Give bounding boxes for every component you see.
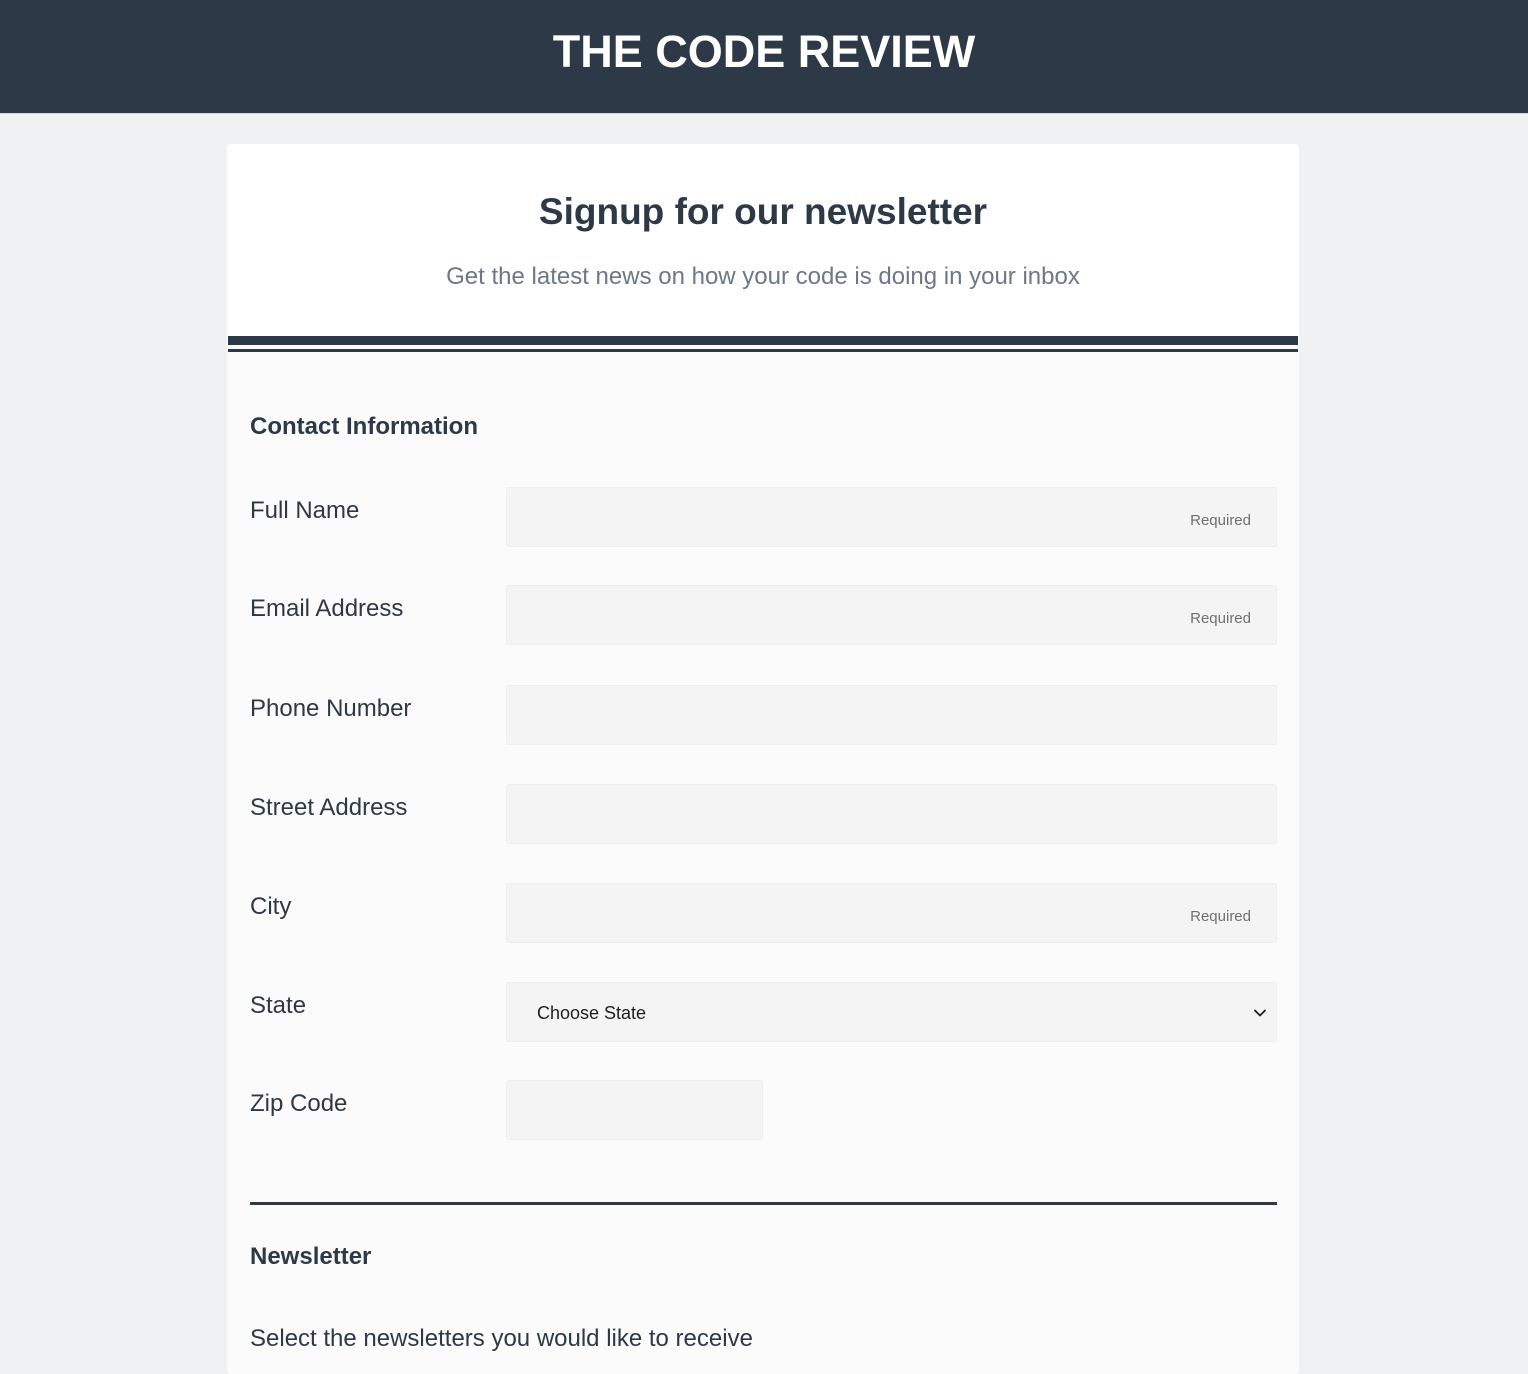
site-header: THE CODE REVIEW	[0, 0, 1528, 114]
email-label: Email Address	[250, 595, 404, 622]
chevron-down-icon	[1254, 1009, 1266, 1017]
signup-form-card: Signup for our newsletter Get the latest…	[227, 144, 1299, 1374]
state-label: State	[250, 992, 307, 1019]
email-required-hint: Required	[1190, 610, 1251, 627]
city-input[interactable]	[507, 884, 1276, 942]
full-name-input[interactable]	[507, 488, 1276, 546]
newsletter-helper-text: Select the newsletters you would like to…	[250, 1325, 753, 1352]
full-name-field[interactable]: Required	[506, 487, 1277, 547]
zip-code-label: Zip Code	[250, 1090, 348, 1117]
newsletter-section-heading: Newsletter	[250, 1243, 372, 1270]
city-required-hint: Required	[1190, 908, 1251, 925]
form-title: Signup for our newsletter	[538, 191, 988, 232]
phone-field[interactable]	[506, 685, 1277, 745]
street-address-input[interactable]	[507, 785, 1276, 843]
section-divider	[250, 1202, 1277, 1205]
state-select[interactable]: Choose State	[506, 982, 1277, 1042]
site-title: THE CODE REVIEW	[552, 26, 976, 77]
header-divider-thick	[228, 336, 1298, 345]
street-address-label: Street Address	[250, 794, 408, 821]
zip-code-input[interactable]	[507, 1081, 762, 1139]
city-field[interactable]: Required	[506, 883, 1277, 943]
phone-label: Phone Number	[250, 695, 412, 722]
header-divider-thin	[228, 349, 1298, 352]
email-field[interactable]: Required	[506, 585, 1277, 645]
street-address-field[interactable]	[506, 784, 1277, 844]
full-name-required-hint: Required	[1190, 512, 1251, 529]
form-header: Signup for our newsletter Get the latest…	[227, 144, 1299, 336]
form-subtitle: Get the latest news on how your code is …	[446, 263, 1080, 290]
city-label: City	[250, 893, 292, 920]
zip-code-field[interactable]	[506, 1080, 763, 1140]
contact-section-heading: Contact Information	[250, 413, 478, 440]
state-selected-value: Choose State	[537, 1003, 647, 1023]
full-name-label: Full Name	[250, 497, 360, 524]
phone-input[interactable]	[507, 686, 1276, 744]
email-input[interactable]	[507, 586, 1276, 644]
